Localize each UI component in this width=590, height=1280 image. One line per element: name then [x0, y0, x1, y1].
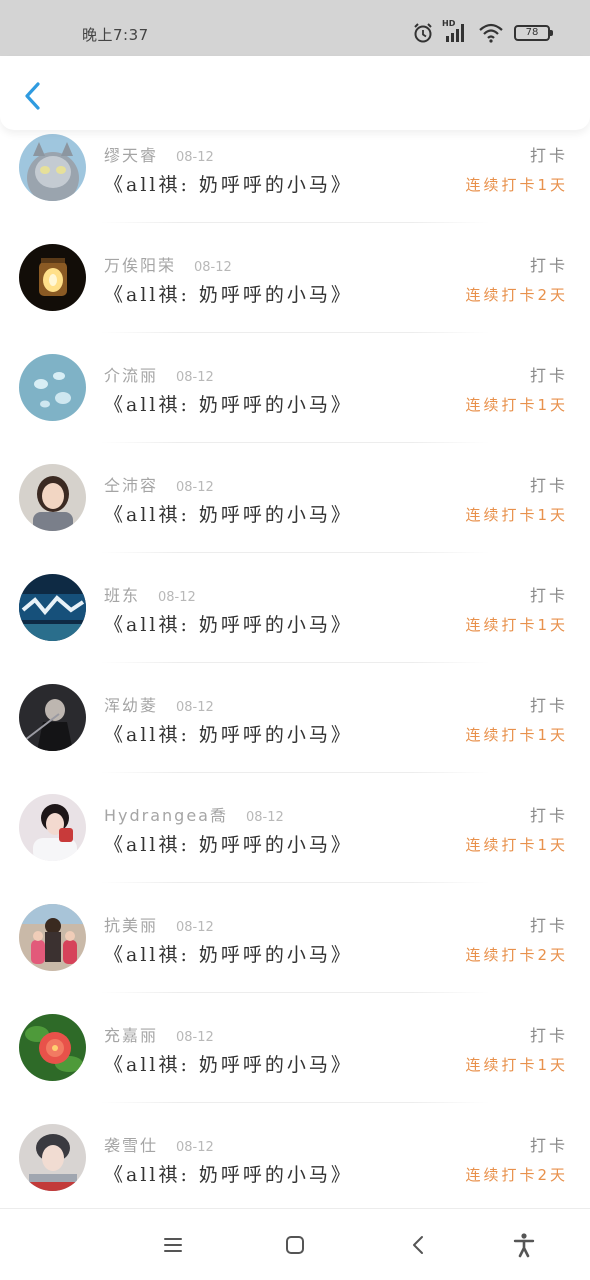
divider — [100, 772, 490, 773]
divider — [100, 662, 490, 663]
user-name: 万俟阳荣 08-12 — [104, 256, 232, 275]
list-item[interactable]: 班东 08-12 《all祺: 奶呼呼的小马》 打卡 连续打卡1天 — [0, 572, 590, 682]
header — [0, 56, 590, 130]
entry-date: 08-12 — [246, 810, 284, 825]
book-title[interactable]: 《all祺: 奶呼呼的小马》 — [104, 1050, 353, 1077]
checkin-label: 打卡 — [529, 586, 568, 605]
streak-label: 连续打卡1天 — [465, 1056, 568, 1074]
list-item[interactable]: 万俟阳荣 08-12 《all祺: 奶呼呼的小马》 打卡 连续打卡2天 — [0, 242, 590, 352]
wifi-icon — [478, 23, 504, 43]
streak-label: 连续打卡1天 — [465, 396, 568, 414]
checkin-label: 打卡 — [529, 256, 568, 275]
book-title[interactable]: 《all祺: 奶呼呼的小马》 — [104, 170, 353, 197]
alarm-icon — [412, 22, 434, 44]
status-icons: HD 78 — [412, 19, 553, 44]
divider — [100, 332, 490, 333]
entry-date: 08-12 — [176, 370, 214, 385]
chevron-left-icon — [18, 82, 48, 118]
entry-date: 08-12 — [176, 1140, 214, 1155]
entry-date: 08-12 — [176, 700, 214, 715]
menu-icon — [159, 1231, 187, 1259]
book-title[interactable]: 《all祺: 奶呼呼的小马》 — [104, 830, 353, 857]
divider — [100, 882, 490, 883]
signal-icon: HD — [442, 19, 468, 43]
status-time: 晚上7:37 — [82, 26, 149, 44]
streak-label: 连续打卡1天 — [465, 616, 568, 634]
avatar[interactable] — [19, 1014, 86, 1081]
status-bar: 晚上7:37 HD 78 — [0, 0, 590, 56]
streak-label: 连续打卡2天 — [465, 946, 568, 964]
entry-date: 08-12 — [194, 260, 232, 275]
user-name: 介流丽 08-12 — [104, 366, 214, 385]
entry-date: 08-12 — [176, 480, 214, 495]
entry-date: 08-12 — [176, 150, 214, 165]
divider — [100, 442, 490, 443]
avatar[interactable] — [19, 684, 86, 751]
list-item[interactable]: 袭雪仕 08-12 《all祺: 奶呼呼的小马》 打卡 连续打卡2天 — [0, 1122, 590, 1208]
checkin-label: 打卡 — [529, 1026, 568, 1045]
user-name: 缪天睿 08-12 — [104, 146, 214, 165]
user-name: 充嘉丽 08-12 — [104, 1026, 214, 1045]
back-icon — [405, 1231, 433, 1259]
user-name: 抗美丽 08-12 — [104, 916, 214, 935]
list-item[interactable]: Hydrangea喬 08-12 《all祺: 奶呼呼的小马》 打卡 连续打卡1天 — [0, 792, 590, 902]
home-icon — [281, 1231, 309, 1259]
book-title[interactable]: 《all祺: 奶呼呼的小马》 — [104, 390, 353, 417]
divider — [100, 222, 490, 223]
checkin-label: 打卡 — [529, 146, 568, 165]
system-back-button[interactable] — [405, 1231, 433, 1259]
streak-label: 连续打卡1天 — [465, 506, 568, 524]
divider — [100, 992, 490, 993]
navigation-bar — [0, 1208, 590, 1280]
entry-date: 08-12 — [176, 1030, 214, 1045]
checkin-label: 打卡 — [529, 1136, 568, 1155]
avatar[interactable] — [19, 1124, 86, 1191]
book-title[interactable]: 《all祺: 奶呼呼的小马》 — [104, 500, 353, 527]
avatar[interactable] — [19, 574, 86, 641]
book-title[interactable]: 《all祺: 奶呼呼的小马》 — [104, 940, 353, 967]
list-item[interactable]: 介流丽 08-12 《all祺: 奶呼呼的小马》 打卡 连续打卡1天 — [0, 352, 590, 462]
user-name: 袭雪仕 08-12 — [104, 1136, 214, 1155]
list-item[interactable]: 缪天睿 08-12 《all祺: 奶呼呼的小马》 打卡 连续打卡1天 — [0, 132, 590, 242]
list-item[interactable]: 浑幼菱 08-12 《all祺: 奶呼呼的小马》 打卡 连续打卡1天 — [0, 682, 590, 792]
entry-date: 08-12 — [176, 920, 214, 935]
avatar[interactable] — [19, 354, 86, 421]
list-item[interactable]: 充嘉丽 08-12 《all祺: 奶呼呼的小马》 打卡 连续打卡1天 — [0, 1012, 590, 1122]
avatar[interactable] — [19, 464, 86, 531]
user-name: 仝沛容 08-12 — [104, 476, 214, 495]
entry-date: 08-12 — [158, 590, 196, 605]
book-title[interactable]: 《all祺: 奶呼呼的小马》 — [104, 720, 353, 747]
avatar[interactable] — [19, 244, 86, 311]
avatar[interactable] — [19, 794, 86, 861]
avatar[interactable] — [19, 134, 86, 201]
avatar[interactable] — [19, 904, 86, 971]
home-button[interactable] — [281, 1231, 309, 1259]
back-button[interactable] — [18, 78, 48, 114]
user-name: 班东 08-12 — [104, 586, 196, 605]
book-title[interactable]: 《all祺: 奶呼呼的小马》 — [104, 610, 353, 637]
streak-label: 连续打卡1天 — [465, 726, 568, 744]
streak-label: 连续打卡2天 — [465, 286, 568, 304]
list-item[interactable]: 抗美丽 08-12 《all祺: 奶呼呼的小马》 打卡 连续打卡2天 — [0, 902, 590, 1012]
divider — [100, 1102, 490, 1103]
checkin-list: 缪天睿 08-12 《all祺: 奶呼呼的小马》 打卡 连续打卡1天 万俟阳荣 08… — [0, 130, 590, 1208]
recent-apps-button[interactable] — [159, 1231, 187, 1259]
streak-label: 连续打卡1天 — [465, 836, 568, 854]
accessibility-button[interactable] — [510, 1231, 538, 1259]
checkin-label: 打卡 — [529, 916, 568, 935]
book-title[interactable]: 《all祺: 奶呼呼的小马》 — [104, 1160, 353, 1187]
book-title[interactable]: 《all祺: 奶呼呼的小马》 — [104, 280, 353, 307]
streak-label: 连续打卡1天 — [465, 176, 568, 194]
user-name: 浑幼菱 08-12 — [104, 696, 214, 715]
user-name: Hydrangea喬 08-12 — [104, 806, 284, 825]
streak-label: 连续打卡2天 — [465, 1166, 568, 1184]
battery-icon: 78 — [514, 25, 553, 41]
list-item[interactable]: 仝沛容 08-12 《all祺: 奶呼呼的小马》 打卡 连续打卡1天 — [0, 462, 590, 572]
divider — [100, 552, 490, 553]
accessibility-icon — [510, 1231, 538, 1259]
checkin-label: 打卡 — [529, 366, 568, 385]
checkin-label: 打卡 — [529, 476, 568, 495]
checkin-label: 打卡 — [529, 696, 568, 715]
checkin-label: 打卡 — [529, 806, 568, 825]
